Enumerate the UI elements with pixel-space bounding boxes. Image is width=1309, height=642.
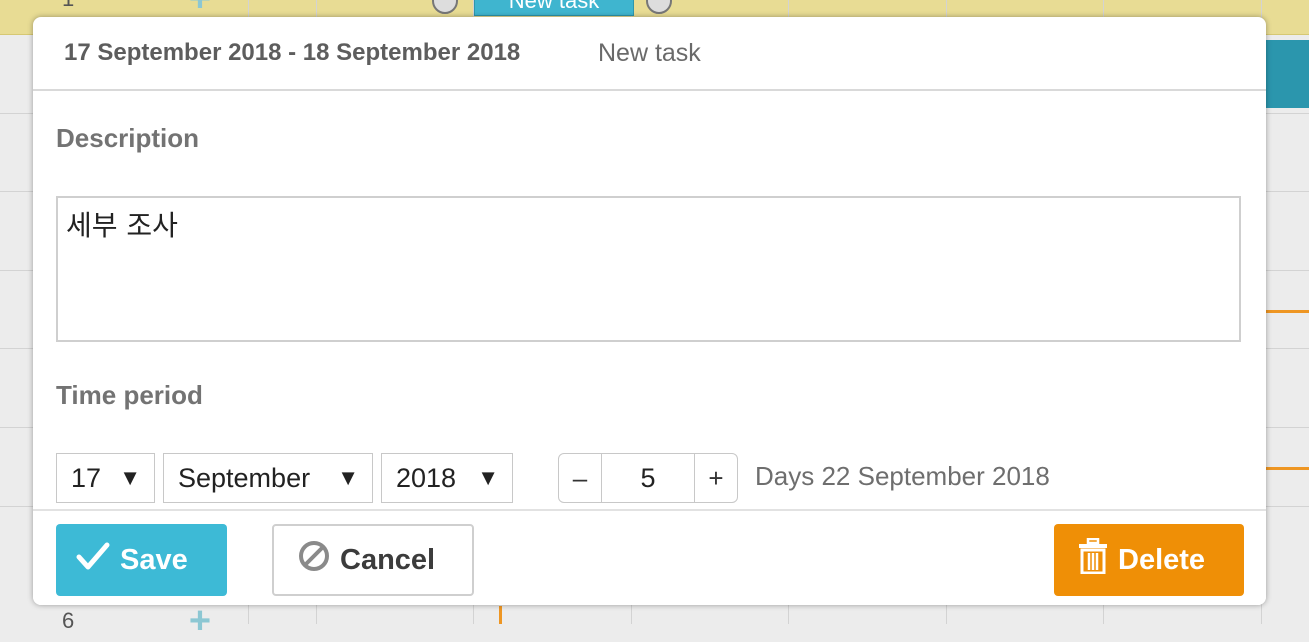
month-value: September [178,463,311,493]
cancel-icon [298,540,330,580]
year-value: 2018 [396,463,457,493]
dependency-line [1266,310,1309,313]
dialog-header: 17 September 2018 - 18 September 2018 Ne… [33,17,1266,91]
dropdown-arrow-icon: ▼ [119,465,141,490]
dropdown-arrow-icon: ▼ [337,465,359,490]
dependency-line [499,606,502,624]
dropdown-arrow-icon: ▼ [477,465,499,490]
task-bar-segment[interactable] [1266,40,1309,108]
row-number: 6 [62,608,75,633]
duration-increment-button[interactable]: + [694,454,737,502]
trash-icon [1078,537,1108,582]
checkmark-icon [76,541,110,579]
delete-label: Delete [1118,543,1206,576]
duration-stepper: – 5 + [558,453,738,503]
time-period-label: Time period [56,380,203,410]
year-select[interactable]: 2018 ▼ [381,453,513,503]
add-row-icon[interactable]: + [187,0,213,18]
duration-input[interactable]: 5 [602,454,694,502]
dependency-line [1266,467,1309,470]
task-bar[interactable]: New task [474,0,634,16]
description-label: Description [56,123,200,153]
cancel-button[interactable]: Cancel [272,524,474,596]
save-label: Save [120,543,188,576]
dialog-date-range: 17 September 2018 - 18 September 2018 [64,39,521,66]
save-button[interactable]: Save [56,524,227,596]
delete-button[interactable]: Delete [1054,524,1244,596]
month-select[interactable]: September ▼ [163,453,373,503]
row-number: 1 [62,0,74,12]
description-field[interactable]: 세부 조사 [56,196,1241,342]
day-select[interactable]: 17 ▼ [56,453,155,503]
end-date-summary: Days 22 September 2018 [755,461,1050,491]
cancel-label: Cancel [340,543,436,576]
add-row-icon[interactable]: + [187,602,213,640]
duration-decrement-button[interactable]: – [559,454,602,502]
dialog-task-name: New task [598,39,701,67]
dialog-footer: Save Cancel Delete [33,509,1266,605]
task-edit-dialog: 17 September 2018 - 18 September 2018 Ne… [33,17,1266,605]
day-value: 17 [71,463,102,493]
